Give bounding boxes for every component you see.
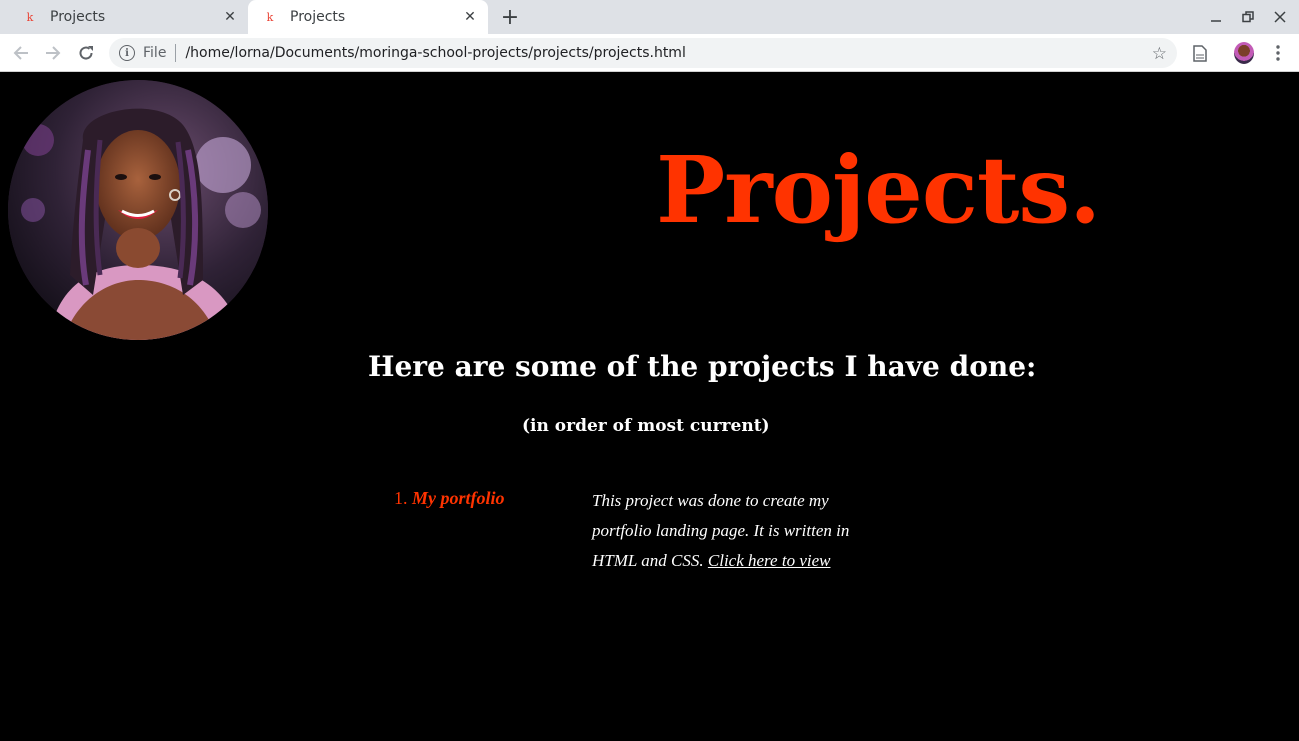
project-description: This project was done to create my portf…	[592, 486, 852, 576]
tab-strip: k Projects ✕ k Projects ✕ +	[0, 0, 1299, 34]
project-number: 1.	[394, 488, 408, 508]
page-content: Projects. Here are some of the projects …	[0, 72, 1299, 741]
arrow-left-icon[interactable]	[9, 41, 33, 65]
section-heading: Here are some of the projects I have don…	[368, 350, 1037, 383]
project-name: My portfolio	[412, 488, 505, 508]
info-icon[interactable]: i	[119, 45, 135, 61]
url-text[interactable]: /home/lorna/Documents/moringa-school-pro…	[185, 45, 685, 61]
restore-icon[interactable]	[1238, 8, 1258, 26]
browser-toolbar: i File /home/lorna/Documents/moringa-sch…	[0, 34, 1299, 72]
page-title: Projects.	[656, 136, 1101, 244]
star-icon[interactable]: ☆	[1152, 44, 1167, 64]
new-tab-icon[interactable]: +	[498, 5, 522, 30]
kebab-menu-icon[interactable]	[1268, 43, 1288, 63]
scheme-label: File	[143, 45, 167, 61]
reload-icon[interactable]	[74, 41, 98, 65]
profile-avatar-icon[interactable]	[1234, 42, 1254, 64]
document-icon[interactable]	[1190, 43, 1210, 63]
order-note: (in order of most current)	[522, 416, 770, 436]
divider	[175, 44, 177, 62]
tab-projects-1[interactable]: k Projects ✕	[8, 0, 248, 34]
close-icon[interactable]: ✕	[222, 9, 238, 25]
minimize-icon[interactable]	[1206, 8, 1226, 26]
k-favicon-icon: k	[26, 10, 34, 24]
close-icon[interactable]: ✕	[462, 9, 478, 25]
tab-title: Projects	[290, 9, 346, 25]
profile-photo	[8, 80, 268, 340]
tab-title: Projects	[50, 9, 106, 25]
tab-projects-2[interactable]: k Projects ✕	[248, 0, 488, 34]
k-favicon-icon: k	[266, 10, 274, 24]
address-bar[interactable]: i File /home/lorna/Documents/moringa-sch…	[109, 38, 1177, 68]
arrow-right-icon[interactable]	[41, 41, 65, 65]
close-window-icon[interactable]	[1270, 8, 1290, 26]
view-project-link[interactable]: Click here to view	[708, 551, 831, 570]
project-title: 1. My portfolio	[394, 488, 505, 509]
